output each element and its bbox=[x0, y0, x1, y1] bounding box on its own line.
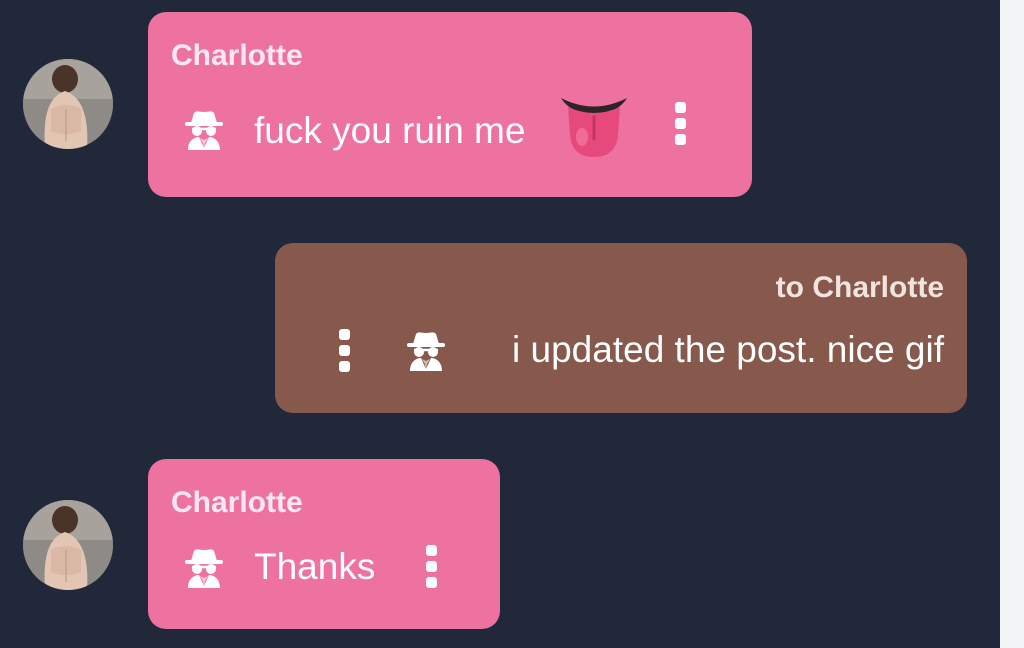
message-text: fuck you ruin me bbox=[254, 110, 526, 151]
avatar[interactable] bbox=[23, 59, 113, 149]
message-bubble[interactable]: Charlotte Thanks bbox=[148, 459, 500, 629]
recipient-label: to Charlotte bbox=[775, 271, 944, 304]
spy-icon bbox=[405, 329, 447, 371]
avatar-image bbox=[23, 500, 113, 590]
avatar-image bbox=[23, 59, 113, 149]
avatar[interactable] bbox=[23, 500, 113, 590]
message-text: Thanks bbox=[254, 546, 376, 587]
more-vertical-icon[interactable] bbox=[674, 102, 688, 146]
sender-name: Charlotte bbox=[171, 39, 303, 72]
tongue-emoji bbox=[558, 95, 630, 159]
more-vertical-icon[interactable] bbox=[425, 545, 439, 589]
spy-icon bbox=[183, 108, 225, 150]
spy-icon bbox=[183, 546, 225, 588]
message-bubble[interactable]: Charlotte fuck you ruin me bbox=[148, 12, 752, 197]
chat-thread: Charlotte fuck you ruin me to Charlotte … bbox=[0, 0, 1024, 648]
message-text: i updated the post. nice gif bbox=[512, 329, 944, 370]
message-bubble[interactable]: to Charlotte i updated the post. nice gi… bbox=[275, 243, 967, 413]
more-vertical-icon[interactable] bbox=[338, 329, 352, 373]
sender-name: Charlotte bbox=[171, 486, 303, 519]
scrollbar[interactable] bbox=[1000, 0, 1024, 648]
